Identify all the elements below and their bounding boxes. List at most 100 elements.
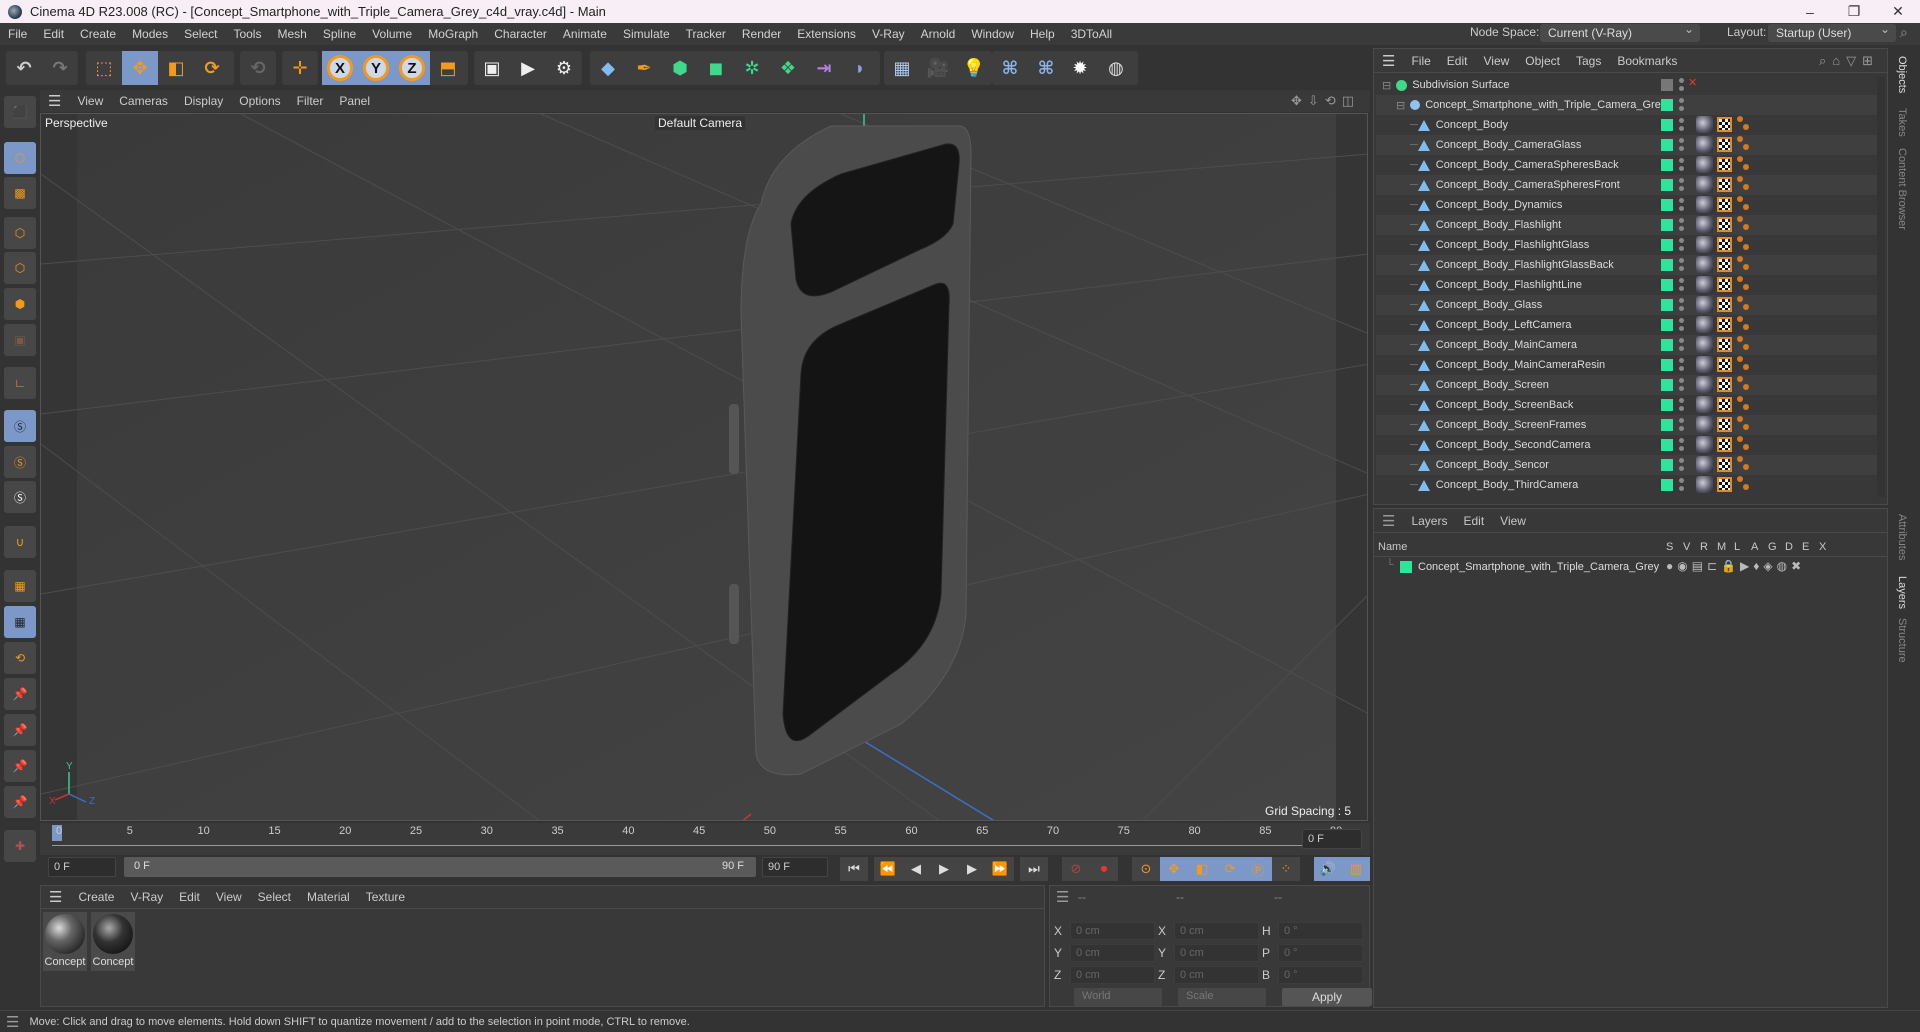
coordinate-space-dropdown[interactable]: World [1074, 988, 1162, 1006]
menu-tools[interactable]: Tools [225, 27, 269, 41]
object-row[interactable]: ─ Concept_Body_ScreenFrames [1376, 415, 1882, 435]
frame-range-slider[interactable]: 0 F 90 F [124, 857, 756, 877]
layer-row[interactable]: └ Concept_Smartphone_with_Triple_Camera_… [1374, 557, 1887, 577]
checker-tag-icon[interactable] [1717, 397, 1732, 412]
material-menu-create[interactable]: Create [70, 890, 122, 904]
material-menu-texture[interactable]: Texture [358, 890, 413, 904]
vray-tag-icon[interactable] [1737, 356, 1751, 372]
vray-tag-icon[interactable] [1737, 416, 1751, 432]
menu-spline[interactable]: Spline [315, 27, 364, 41]
checker-tag-icon[interactable] [1717, 117, 1732, 132]
hamburger-icon[interactable]: ☰ [1374, 52, 1403, 70]
menu-animate[interactable]: Animate [555, 27, 615, 41]
layer-color-icon[interactable] [1661, 399, 1673, 411]
menu-volume[interactable]: Volume [364, 27, 420, 41]
snap-icon[interactable]: Ⓢ [4, 410, 36, 442]
next-key-icon[interactable]: ⏩ [986, 857, 1014, 881]
rot-b-field[interactable]: 0 ° [1278, 966, 1363, 984]
key-parameter-icon[interactable]: Ⓟ [1244, 857, 1272, 881]
render-view-icon[interactable]: ▣ [474, 51, 510, 85]
object-manager-tool-icons[interactable]: ⌕⌂▽⊞ [1819, 53, 1879, 69]
menu-file[interactable]: File [0, 27, 35, 41]
apply-button[interactable]: Apply [1282, 988, 1372, 1006]
edges-mode-icon[interactable]: ⬡ [4, 252, 36, 284]
vray-tag-icon[interactable] [1737, 456, 1751, 472]
material-tag-icon[interactable] [1696, 416, 1713, 433]
layer-color-icon[interactable] [1661, 279, 1673, 291]
layer-color-icon[interactable] [1661, 139, 1673, 151]
material-tag-icon[interactable] [1696, 216, 1713, 233]
hamburger-icon[interactable]: ☰ [1056, 888, 1069, 906]
camera-icon[interactable]: 🎥 [920, 51, 956, 85]
tab-objects[interactable]: Objects [1896, 56, 1908, 93]
visibility-dots-icon[interactable] [1679, 318, 1684, 332]
material-menu-vray[interactable]: V-Ray [122, 890, 171, 904]
object-row[interactable]: ─ Concept_Body_CameraGlass [1376, 135, 1882, 155]
light-icon[interactable]: 💡 [956, 51, 992, 85]
checker-tag-icon[interactable] [1717, 217, 1732, 232]
vray-tag-icon[interactable] [1737, 236, 1751, 252]
tab-content-browser[interactable]: Content Browser [1896, 148, 1908, 230]
menu-tracker[interactable]: Tracker [678, 27, 734, 41]
checker-tag-icon[interactable] [1717, 477, 1732, 492]
viewport-menu-options[interactable]: Options [231, 94, 288, 108]
material-tag-icon[interactable] [1696, 176, 1713, 193]
object-row[interactable]: ─ Concept_Body_Flashlight [1376, 215, 1882, 235]
menu-mesh[interactable]: Mesh [269, 27, 314, 41]
make-editable-icon[interactable]: ⬛ [4, 96, 36, 128]
live-selection-icon[interactable]: ⬚ [86, 51, 122, 85]
viewport-menu-filter[interactable]: Filter [289, 94, 332, 108]
layer-color-icon[interactable] [1661, 439, 1673, 451]
material-tag-icon[interactable] [1696, 476, 1713, 493]
undo-icon[interactable]: ↶ [6, 51, 42, 85]
object-menu-file[interactable]: File [1403, 54, 1438, 68]
vray-tag-icon[interactable] [1737, 196, 1751, 212]
object-row[interactable]: ─ Concept_Body_MainCamera [1376, 335, 1882, 355]
pin-r-icon[interactable]: 📌 [4, 750, 36, 782]
material-thumbnail[interactable]: Concept [91, 912, 135, 971]
layer-color-swatch[interactable] [1400, 561, 1412, 573]
object-scrollbar[interactable] [1877, 77, 1885, 497]
object-menu-bookmarks[interactable]: Bookmarks [1609, 54, 1685, 68]
layout-dropdown[interactable]: Startup (User) [1768, 22, 1896, 42]
hamburger-icon[interactable]: ☰ [41, 888, 70, 906]
checker-tag-icon[interactable] [1717, 337, 1732, 352]
menu-modes[interactable]: Modes [124, 27, 176, 41]
visibility-dots-icon[interactable] [1679, 398, 1684, 412]
keyframe-selection-icon[interactable]: ⊙ [1132, 857, 1160, 881]
checker-tag-icon[interactable] [1717, 197, 1732, 212]
object-row[interactable]: ─ Concept_Body_FlashlightLine [1376, 275, 1882, 295]
layer-color-icon[interactable] [1661, 359, 1673, 371]
material-tag-icon[interactable] [1696, 456, 1713, 473]
size-z-field[interactable]: 0 cm [1174, 966, 1259, 984]
visibility-dots-icon[interactable] [1679, 278, 1684, 292]
material-tag-icon[interactable] [1696, 196, 1713, 213]
visibility-dots-icon[interactable] [1679, 478, 1684, 492]
material-tag-icon[interactable] [1696, 236, 1713, 253]
checker-tag-icon[interactable] [1717, 457, 1732, 472]
menu-arnold[interactable]: Arnold [913, 27, 964, 41]
layer-color-icon[interactable] [1661, 239, 1673, 251]
layer-color-icon[interactable] [1661, 379, 1673, 391]
layer-color-icon[interactable] [1661, 339, 1673, 351]
menu-select[interactable]: Select [176, 27, 225, 41]
checker-tag-icon[interactable] [1717, 237, 1732, 252]
key-rotation-icon[interactable]: ⟳ [1216, 857, 1244, 881]
axis-mode-icon[interactable]: ∟ [4, 367, 36, 399]
object-row[interactable]: ─ Concept_Body_Sencor [1376, 455, 1882, 475]
checker-tag-icon[interactable] [1717, 177, 1732, 192]
visibility-dots-icon[interactable] [1679, 218, 1684, 232]
start-frame-field[interactable]: 0 F [48, 857, 116, 877]
viewport-menu-view[interactable]: View [69, 94, 111, 108]
magnet-icon[interactable]: ∪ [4, 526, 36, 558]
menu-help[interactable]: Help [1022, 27, 1063, 41]
globe-icon[interactable]: ◍ [1098, 51, 1134, 85]
vray-tag-icon[interactable] [1737, 276, 1751, 292]
render-picture-viewer-icon[interactable]: ▶ [510, 51, 546, 85]
vray-tag-icon[interactable] [1737, 376, 1751, 392]
rot-h-field[interactable]: 0 ° [1278, 922, 1363, 940]
tab-attributes[interactable]: Attributes [1896, 514, 1908, 560]
end-frame-field[interactable]: 90 F [762, 857, 828, 877]
vray-tag-icon[interactable] [1737, 136, 1751, 152]
material-thumbnail[interactable]: Concept [43, 912, 87, 971]
